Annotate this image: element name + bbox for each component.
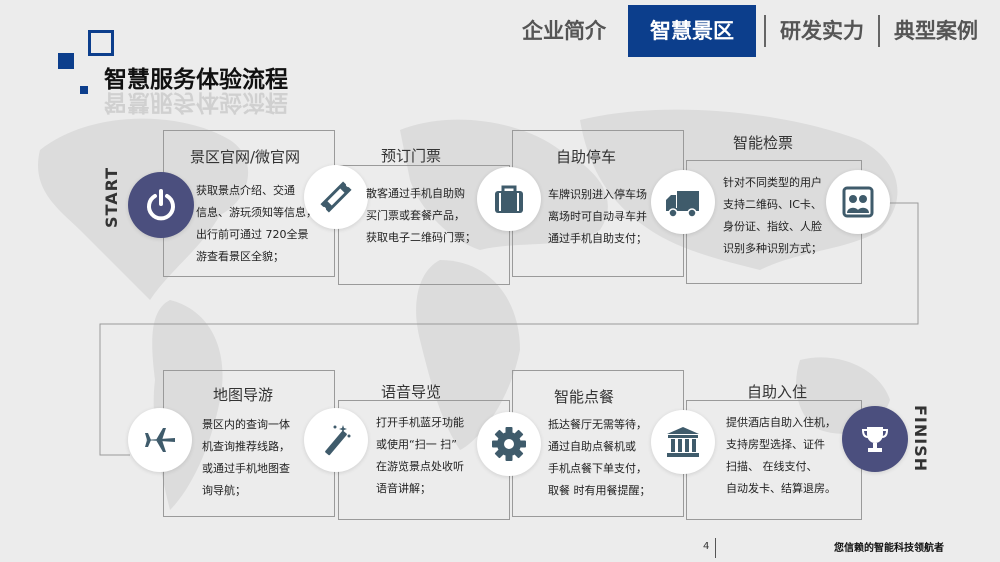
footer-divider (715, 538, 716, 558)
finish-circle (842, 406, 908, 472)
step-desc-smart-checkin: 针对不同类型的用户 支持二维码、IC卡、 身份证、指纹、人脸 识别多种识别方式； (723, 176, 822, 255)
step-desc-ticket-booking: 散客通过手机自助购 买门票或套餐产品， 获取电子二维码门票； (366, 187, 476, 244)
step-label-smart-ordering: 智能点餐 (554, 388, 615, 406)
step-label-ticket-booking: 预订门票 (381, 147, 442, 165)
face-recognition-icon (842, 186, 874, 218)
airplane-icon (145, 428, 175, 452)
step-label-official-site: 景区官网/微官网 (190, 148, 301, 166)
step-circle-ordering (477, 412, 541, 476)
step-desc-map-guide: 景区内的查询一体 机查询推荐线路， 或通过手机地图查 询导航； (202, 418, 290, 497)
bank-icon (667, 427, 699, 457)
tab-rd-strength[interactable]: 研发实力 (766, 13, 878, 49)
step-circle-hotel (651, 410, 715, 474)
step-label-self-parking: 自助停车 (556, 148, 617, 166)
step-desc-voice-guide: 打开手机蓝牙功能 或使用“扫一 扫” 在游览景点处收听 语音讲解； (376, 416, 464, 495)
title-deco-filled-square (58, 53, 74, 69)
step-desc-self-checkin: 提供酒店自助入住机， 支持房型选择、证件 扫描、 在线支付、 自动发卡、结算退房。 (726, 416, 836, 495)
step-desc-smart-ordering: 抵达餐厅无需等待， 通过自助点餐机或 手机点餐下单支付， 取餐 时有用餐提醒； (548, 418, 651, 497)
finish-label: FINISH (911, 405, 930, 473)
briefcase-icon (495, 185, 523, 213)
step-label-voice-guide: 语音导览 (381, 383, 442, 401)
page-title-reflection: 智慧服务体验流程 (104, 89, 288, 115)
trophy-icon (861, 427, 889, 452)
step-label-smart-checkin: 智能检票 (733, 134, 794, 152)
page-number: 4 (703, 541, 710, 552)
truck-icon (666, 191, 699, 218)
start-label: START (102, 166, 121, 228)
step-circle-parking (477, 167, 541, 231)
title-deco-outline-square (88, 30, 114, 56)
gear-icon (492, 427, 526, 461)
tab-typical-cases[interactable]: 典型案例 (880, 13, 992, 49)
step-label-self-checkin: 自助入住 (747, 383, 808, 401)
magic-wand-icon (325, 425, 351, 456)
top-nav: 企业简介 智慧景区 研发实力 典型案例 (508, 5, 992, 57)
step-label-map-guide: 地图导游 (213, 386, 274, 404)
step-circle-checkin-truck (651, 170, 715, 234)
tab-smart-scenic-area[interactable]: 智慧景区 (628, 5, 756, 57)
ticket-icon (320, 181, 352, 213)
step-desc-self-parking: 车牌识别进入停车场 离场时可自动寻车并 通过手机自助支付； (548, 188, 647, 245)
power-icon (147, 189, 175, 221)
title-deco-small-square (80, 86, 88, 94)
footer-slogan: 您信赖的智能科技领航者 (834, 543, 944, 554)
step-circle-voice-guide (304, 408, 368, 472)
tab-company-profile[interactable]: 企业简介 (508, 13, 620, 49)
step-circle-map-guide (128, 408, 192, 472)
step-circle-checkin-face (826, 170, 890, 234)
start-circle (128, 172, 194, 238)
step-desc-official-site: 获取景点介绍、交通 信息、游玩须知等信息， 出行前可通过 720全景 游查看景区全貌… (196, 184, 317, 263)
